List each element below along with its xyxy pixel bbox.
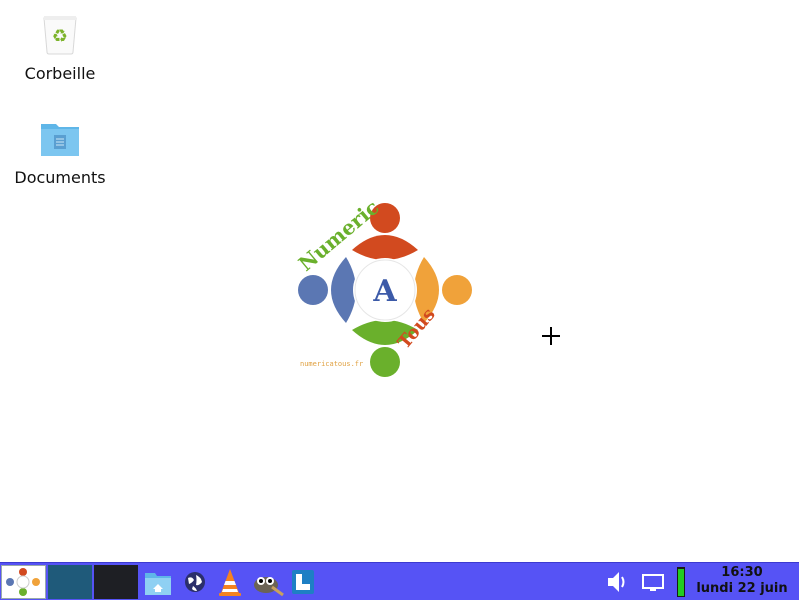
clock-date: lundi 22 juin bbox=[696, 581, 788, 596]
vlc-icon bbox=[219, 569, 241, 596]
logo-center-letter: A bbox=[372, 274, 397, 309]
gimp-icon bbox=[254, 577, 284, 597]
battery-indicator[interactable] bbox=[676, 565, 686, 599]
web-browser-icon bbox=[185, 572, 205, 592]
taskbar: 16:30 lundi 22 juin bbox=[0, 562, 799, 600]
web-browser-launcher[interactable] bbox=[180, 565, 210, 599]
workspace-2-button[interactable] bbox=[94, 565, 138, 599]
clock[interactable]: 16:30 lundi 22 juin bbox=[690, 565, 794, 599]
folder-icon bbox=[41, 124, 79, 156]
desktop-icon-documents[interactable]: Documents bbox=[10, 118, 110, 187]
crosshair-cursor-icon bbox=[541, 326, 561, 346]
file-manager-icon bbox=[145, 573, 171, 595]
wallpaper-logo: A Numeric Tous numericatous.fr bbox=[296, 200, 472, 377]
battery-icon bbox=[677, 567, 685, 597]
logo-head-right bbox=[442, 275, 472, 305]
document-viewer-icon bbox=[292, 570, 314, 594]
vlc-launcher[interactable] bbox=[215, 565, 245, 599]
volume-icon bbox=[608, 572, 625, 592]
volume-button[interactable] bbox=[603, 565, 631, 599]
logo-body-top bbox=[352, 235, 418, 260]
logo-small-text: numericatous.fr bbox=[300, 360, 363, 368]
file-manager-launcher[interactable] bbox=[143, 565, 173, 599]
app-menu-icon bbox=[6, 568, 40, 596]
document-viewer-launcher[interactable] bbox=[288, 565, 318, 599]
desktop-icon-trash[interactable]: ♻ Corbeille bbox=[10, 14, 110, 83]
trash-icon: ♻ bbox=[43, 16, 77, 55]
logo-body-left bbox=[331, 257, 356, 323]
logo-head-left bbox=[298, 275, 328, 305]
logo-head-bottom bbox=[370, 347, 400, 377]
display-button[interactable] bbox=[640, 565, 666, 599]
display-icon bbox=[642, 574, 664, 591]
desktop-icon-label: Documents bbox=[14, 168, 106, 187]
gimp-launcher[interactable] bbox=[250, 565, 284, 599]
app-menu-button[interactable] bbox=[1, 565, 46, 599]
desktop-icon-label: Corbeille bbox=[24, 64, 96, 83]
clock-time: 16:30 bbox=[721, 565, 763, 580]
workspace-1-button[interactable] bbox=[48, 565, 92, 599]
svg-text:♻: ♻ bbox=[52, 26, 68, 47]
